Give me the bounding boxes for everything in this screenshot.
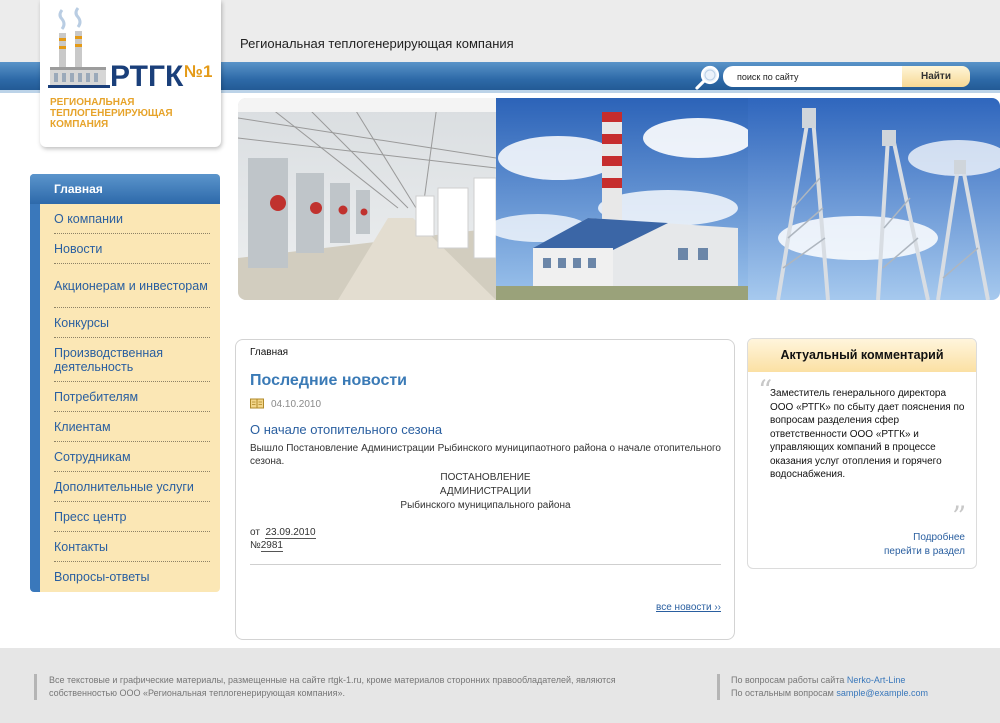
search-icon[interactable] <box>694 64 722 90</box>
nav-item-news[interactable]: Новости <box>54 234 210 264</box>
nav-item-tenders[interactable]: Конкурсы <box>54 308 210 338</box>
comment-text: Заместитель генерального директора ООО «… <box>770 388 965 480</box>
nav-item-clients[interactable]: Клиентам <box>54 412 210 442</box>
news-headline-link[interactable]: О начале отопительного сезона <box>250 422 442 437</box>
all-news-link[interactable]: все новости ›› <box>656 602 721 613</box>
footer-email-link[interactable]: sample@example.com <box>836 688 928 698</box>
quote-close-icon: ” <box>952 500 967 533</box>
decree-reference: от 23.09.2010 №2981 <box>250 526 316 552</box>
site-tagline: Региональная теплогенерирующая компания <box>240 36 514 51</box>
footer-other-q-label: По остальным вопросам <box>731 688 834 698</box>
ref-number: 2981 <box>260 540 283 552</box>
nav-item-home-active[interactable]: Главная <box>30 174 220 204</box>
search-input[interactable] <box>723 66 903 87</box>
site-logo[interactable]: РТГК №1 РЕГИОНАЛЬНАЯ ТЕПЛОГЕНЕРИРУЮЩАЯ К… <box>40 0 221 147</box>
header-banner <box>238 98 1000 300</box>
nav-item-about[interactable]: О компании <box>54 204 210 234</box>
ref-date: 23.09.2010 <box>265 527 316 539</box>
logo-number: №1 <box>184 62 213 81</box>
sidebar-nav: Главная О компании Новости Акционерам и … <box>30 174 220 592</box>
news-panel: Главная Последние новости 04.10.2010 О н… <box>235 339 735 640</box>
divider <box>250 564 721 565</box>
comment-title: Актуальный комментарий <box>748 339 976 372</box>
comment-links: Подробнее перейти в раздел <box>884 531 965 559</box>
comment-section-link[interactable]: перейти в раздел <box>884 545 965 559</box>
decree-line: Рыбинского муниципального района <box>400 500 571 511</box>
footer-copyright: Все текстовые и графические материалы, р… <box>34 674 684 700</box>
section-title: Последние новости <box>250 372 408 389</box>
nav-item-consumers[interactable]: Потребителям <box>54 382 210 412</box>
power-plant-logo-icon <box>48 7 110 88</box>
nav-item-employees[interactable]: Сотрудникам <box>54 442 210 472</box>
nav-item-press[interactable]: Пресс центр <box>54 502 210 532</box>
footer-contacts: По вопросам работы сайта Nerko-Art-Line … <box>717 674 987 700</box>
footer-site-q-label: По вопросам работы сайта <box>731 675 845 685</box>
nav-item-faq[interactable]: Вопросы-ответы <box>54 562 210 592</box>
actual-comment-panel: Актуальный комментарий “ Заместитель ген… <box>747 338 977 569</box>
news-date: 04.10.2010 <box>271 399 322 410</box>
banner-photo-collage <box>238 98 1000 300</box>
logo-wordmark: РТГК <box>110 60 184 93</box>
news-decree-heading: ПОСТАНОВЛЕНИЕ АДМИНИСТРАЦИИ Рыбинского м… <box>250 471 721 513</box>
breadcrumb[interactable]: Главная <box>250 347 288 358</box>
nav-list: О компании Новости Акционерам и инвестор… <box>40 204 220 592</box>
nav-item-production[interactable]: Производственная деятельность <box>54 338 210 382</box>
nav-item-contacts[interactable]: Контакты <box>54 532 210 562</box>
book-icon <box>250 398 264 409</box>
footer: Все текстовые и графические материалы, р… <box>0 648 1000 723</box>
search-button[interactable]: Найти <box>902 66 970 87</box>
comment-more-link[interactable]: Подробнее <box>884 531 965 545</box>
nav-item-services[interactable]: Дополнительные услуги <box>54 472 210 502</box>
decree-line: ПОСТАНОВЛЕНИЕ <box>440 472 531 483</box>
news-body-text: Вышло Постановление Администрации Рыбинс… <box>250 443 721 467</box>
ref-no-prefix: № <box>250 540 261 551</box>
ref-prefix: от <box>250 527 260 538</box>
nav-item-shareholders[interactable]: Акционерам и инвесторам <box>54 264 210 308</box>
logo-subtitle: РЕГИОНАЛЬНАЯ ТЕПЛОГЕНЕРИРУЮЩАЯ КОМПАНИЯ <box>50 97 173 130</box>
footer-developer-link[interactable]: Nerko-Art-Line <box>847 675 906 685</box>
decree-line: АДМИНИСТРАЦИИ <box>439 486 532 497</box>
